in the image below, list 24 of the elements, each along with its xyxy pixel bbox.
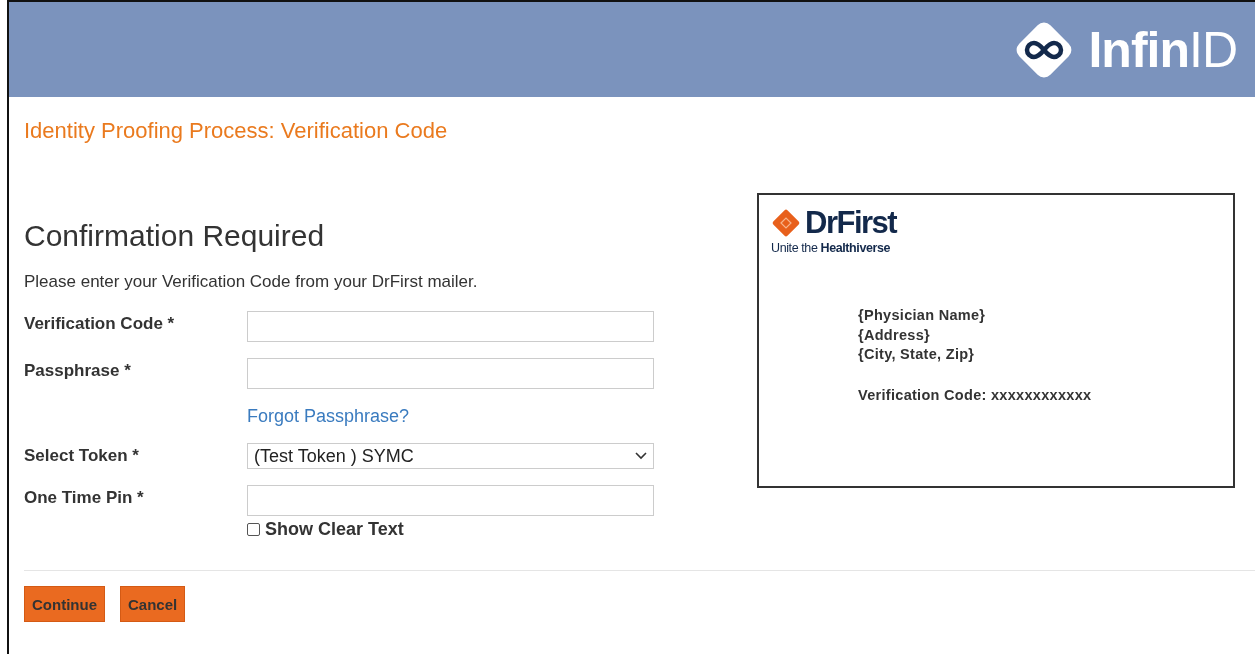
input-field[interactable] xyxy=(247,311,654,342)
checkbox[interactable] xyxy=(247,523,260,536)
checkbox-label: Show Clear Text xyxy=(265,519,404,540)
token-dropdown[interactable]: (Test Token ) SYMC xyxy=(247,443,654,469)
logo-text: InfinID xyxy=(1088,20,1237,79)
instruction-text: Please enter your Verification Code from your DrFirst mailer. xyxy=(24,272,479,292)
field-label: Select Token * xyxy=(24,445,140,466)
chevron-down-icon xyxy=(635,452,647,460)
input-field[interactable] xyxy=(247,358,654,389)
address-line: {Address} xyxy=(858,325,930,345)
brand-name: DrFirst xyxy=(805,207,897,239)
field-label: One Time Pin * xyxy=(24,487,145,508)
field-label: Passphrase * xyxy=(24,360,132,381)
input-field[interactable] xyxy=(247,485,654,516)
forgot-passphrase-link[interactable]: Forgot Passphrase? xyxy=(247,406,654,427)
action-button[interactable]: Continue xyxy=(24,586,105,622)
verification-code-text: Verification Code: xxxxxxxxxxxx xyxy=(858,385,1092,405)
action-button[interactable]: Cancel xyxy=(120,586,186,622)
brand-tagline: Unite the Healthiverse xyxy=(771,241,892,255)
address-line: {Physician Name} xyxy=(858,306,986,325)
address-line: {City, State, Zip} xyxy=(858,345,975,364)
field-label: Verification Code * xyxy=(24,313,176,334)
page-title: Identity Proofing Process: Verification Code xyxy=(24,118,449,144)
section-heading: Confirmation Required xyxy=(24,219,326,253)
